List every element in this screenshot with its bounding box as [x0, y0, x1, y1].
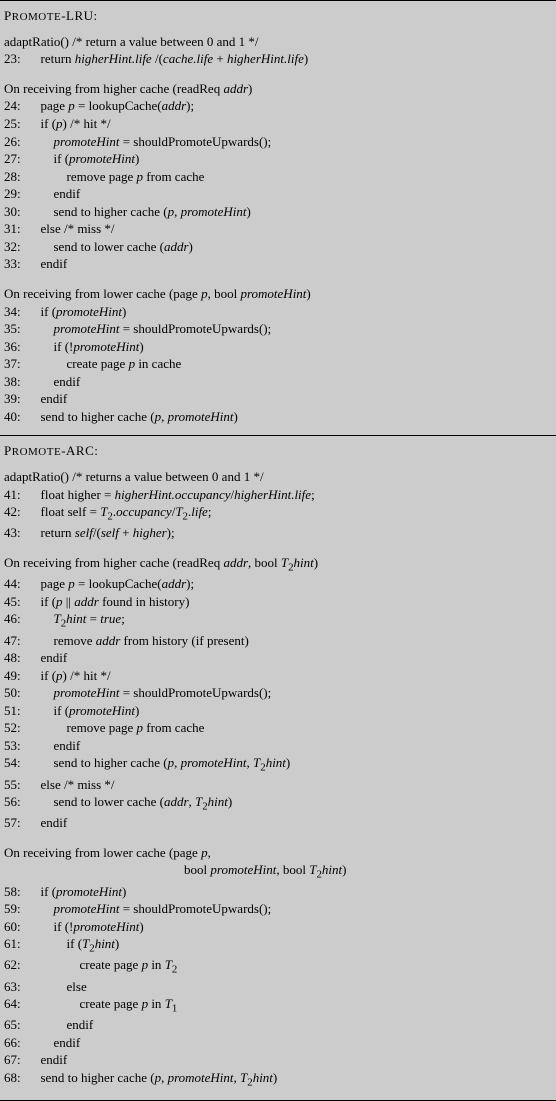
promote-arc-section: PROMOTE-ARC: adaptRatio() /* returns a v…	[0, 435, 556, 1101]
code-line: 66: endif	[4, 1034, 552, 1052]
code-line: 62: create page p in T2	[4, 956, 552, 977]
code-line: 35: promoteHint = shouldPromoteUpwards()…	[4, 320, 552, 338]
code-line: 48: endif	[4, 649, 552, 667]
code-line: 67: endif	[4, 1051, 552, 1069]
code-line: 31: else /* miss */	[4, 220, 552, 238]
code-line: 68: send to higher cache (p, promoteHint…	[4, 1069, 552, 1090]
adapt-header-lru: adaptRatio() /* return a value between 0…	[4, 33, 552, 51]
code-line: 59: promoteHint = shouldPromoteUpwards()…	[4, 900, 552, 918]
adapt-header-arc: adaptRatio() /* returns a value between …	[4, 468, 552, 486]
rx-lower-arc-1: On receiving from lower cache (page p,	[4, 844, 552, 862]
code-line: 51: if (promoteHint)	[4, 702, 552, 720]
code-line: 57: endif	[4, 814, 552, 832]
code-line: 44: page p = lookupCache(addr);	[4, 575, 552, 593]
code-line: 28: remove page p from cache	[4, 168, 552, 186]
code-line: 65: endif	[4, 1016, 552, 1034]
code-line: 46: T2hint = true;	[4, 610, 552, 631]
code-line: 63: else	[4, 978, 552, 996]
code-line: 40: send to higher cache (p, promoteHint…	[4, 408, 552, 426]
section-title-arc: PROMOTE-ARC:	[4, 442, 552, 460]
code-line: 23: return higherHint.life /(cache.life …	[4, 50, 552, 68]
code-line: 39: endif	[4, 390, 552, 408]
code-line: 58: if (promoteHint)	[4, 883, 552, 901]
code-line: 43: return self/(self + higher);	[4, 524, 552, 542]
code-line: 26: promoteHint = shouldPromoteUpwards()…	[4, 133, 552, 151]
rx-lower-lru: On receiving from lower cache (page p, b…	[4, 285, 552, 303]
code-line: 42: float self = T2.occupancy/T2.life;	[4, 503, 552, 524]
code-line: 64: create page p in T1	[4, 995, 552, 1016]
code-line: 50: promoteHint = shouldPromoteUpwards()…	[4, 684, 552, 702]
code-line: 49: if (p) /* hit */	[4, 667, 552, 685]
code-line: 37: create page p in cache	[4, 355, 552, 373]
code-line: 41: float higher = higherHint.occupancy/…	[4, 486, 552, 504]
code-line: 47: remove addr from history (if present…	[4, 632, 552, 650]
code-line: 54: send to higher cache (p, promoteHint…	[4, 754, 552, 775]
code-line: 55: else /* miss */	[4, 776, 552, 794]
code-line: 36: if (!promoteHint)	[4, 338, 552, 356]
code-line: 27: if (promoteHint)	[4, 150, 552, 168]
code-line: 24: page p = lookupCache(addr);	[4, 97, 552, 115]
code-line: 30: send to higher cache (p, promoteHint…	[4, 203, 552, 221]
code-line: 53: endif	[4, 737, 552, 755]
rx-higher-arc: On receiving from higher cache (readReq …	[4, 554, 552, 575]
section-title-lru: PROMOTE-LRU:	[4, 7, 552, 25]
code-line: 56: send to lower cache (addr, T2hint)	[4, 793, 552, 814]
code-line: 60: if (!promoteHint)	[4, 918, 552, 936]
code-line: 25: if (p) /* hit */	[4, 115, 552, 133]
code-line: 61: if (T2hint)	[4, 935, 552, 956]
code-line: 33: endif	[4, 255, 552, 273]
code-line: 52: remove page p from cache	[4, 719, 552, 737]
rx-higher-lru: On receiving from higher cache (readReq …	[4, 80, 552, 98]
code-line: 29: endif	[4, 185, 552, 203]
code-line: 34: if (promoteHint)	[4, 303, 552, 321]
code-line: 32: send to lower cache (addr)	[4, 238, 552, 256]
code-line: 45: if (p || addr found in history)	[4, 593, 552, 611]
code-line: 38: endif	[4, 373, 552, 391]
promote-lru-section: PROMOTE-LRU: adaptRatio() /* return a va…	[0, 0, 556, 435]
rx-lower-arc-2: bool promoteHint, bool T2hint)	[4, 861, 552, 882]
